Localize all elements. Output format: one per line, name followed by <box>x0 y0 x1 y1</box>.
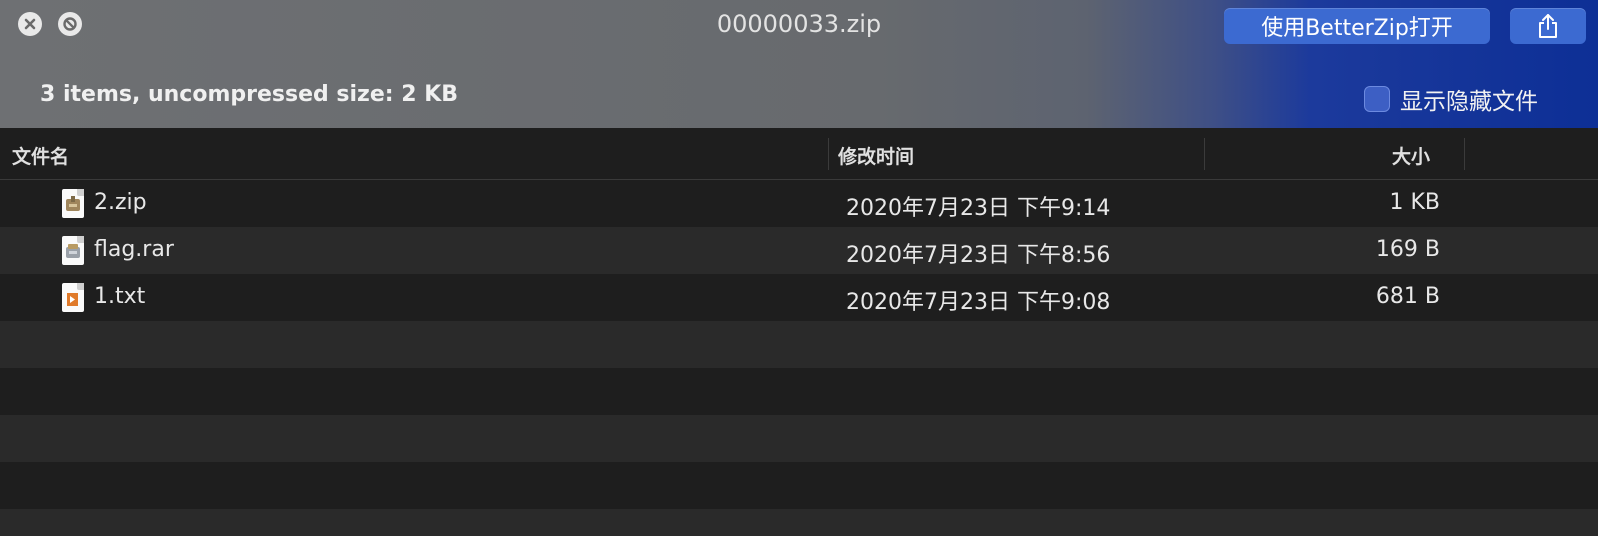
table-row[interactable]: 2.zip 2020年7月23日 下午9:14 1 KB <box>0 180 1598 227</box>
text-file-icon <box>62 283 84 312</box>
column-separator <box>828 138 829 170</box>
column-header-bar: 文件名 修改时间 大小 <box>0 128 1598 180</box>
empty-row <box>0 415 1598 462</box>
file-list: 文件名 修改时间 大小 2.zip 2020年7月23日 下午9:14 1 KB… <box>0 128 1598 536</box>
table-row[interactable]: 1.txt 2020年7月23日 下午9:08 681 B <box>0 274 1598 321</box>
close-icon <box>24 18 36 30</box>
close-button[interactable] <box>18 12 42 36</box>
empty-row <box>0 509 1598 536</box>
quicklook-header: 00000033.zip 使用BetterZip打开 3 items, unco… <box>0 0 1598 128</box>
file-modified: 2020年7月23日 下午9:08 <box>846 290 1111 315</box>
table-row[interactable]: flag.rar 2020年7月23日 下午8:56 169 B <box>0 227 1598 274</box>
column-separator <box>1204 138 1205 170</box>
file-name: 1.txt <box>94 284 146 309</box>
share-button[interactable] <box>1510 8 1586 44</box>
window-title: 00000033.zip <box>716 10 882 38</box>
column-header-modified[interactable]: 修改时间 <box>838 142 914 169</box>
zip-archive-icon <box>62 189 84 218</box>
no-entry-button[interactable] <box>58 12 82 36</box>
file-size: 1 KB <box>1389 190 1440 215</box>
column-separator <box>1464 138 1465 170</box>
file-modified: 2020年7月23日 下午9:14 <box>846 196 1111 221</box>
show-hidden-files-toggle[interactable]: 显示隐藏文件 <box>1364 82 1538 116</box>
share-icon <box>1539 14 1557 38</box>
rar-archive-icon <box>62 236 84 265</box>
empty-row <box>0 321 1598 368</box>
file-size: 169 B <box>1375 237 1440 262</box>
empty-row <box>0 462 1598 509</box>
file-modified: 2020年7月23日 下午8:56 <box>846 243 1111 268</box>
show-hidden-checkbox[interactable] <box>1364 86 1390 112</box>
file-name: 2.zip <box>94 190 147 215</box>
file-size: 681 B <box>1375 284 1440 309</box>
column-header-size[interactable]: 大小 <box>1392 142 1430 169</box>
file-name: flag.rar <box>94 237 174 262</box>
archive-summary: 3 items, uncompressed size: 2 KB <box>40 82 459 107</box>
no-entry-icon <box>63 17 77 31</box>
show-hidden-label: 显示隐藏文件 <box>1400 89 1538 115</box>
open-with-betterzip-button[interactable]: 使用BetterZip打开 <box>1224 8 1490 44</box>
empty-row <box>0 368 1598 415</box>
column-header-name[interactable]: 文件名 <box>12 142 69 169</box>
